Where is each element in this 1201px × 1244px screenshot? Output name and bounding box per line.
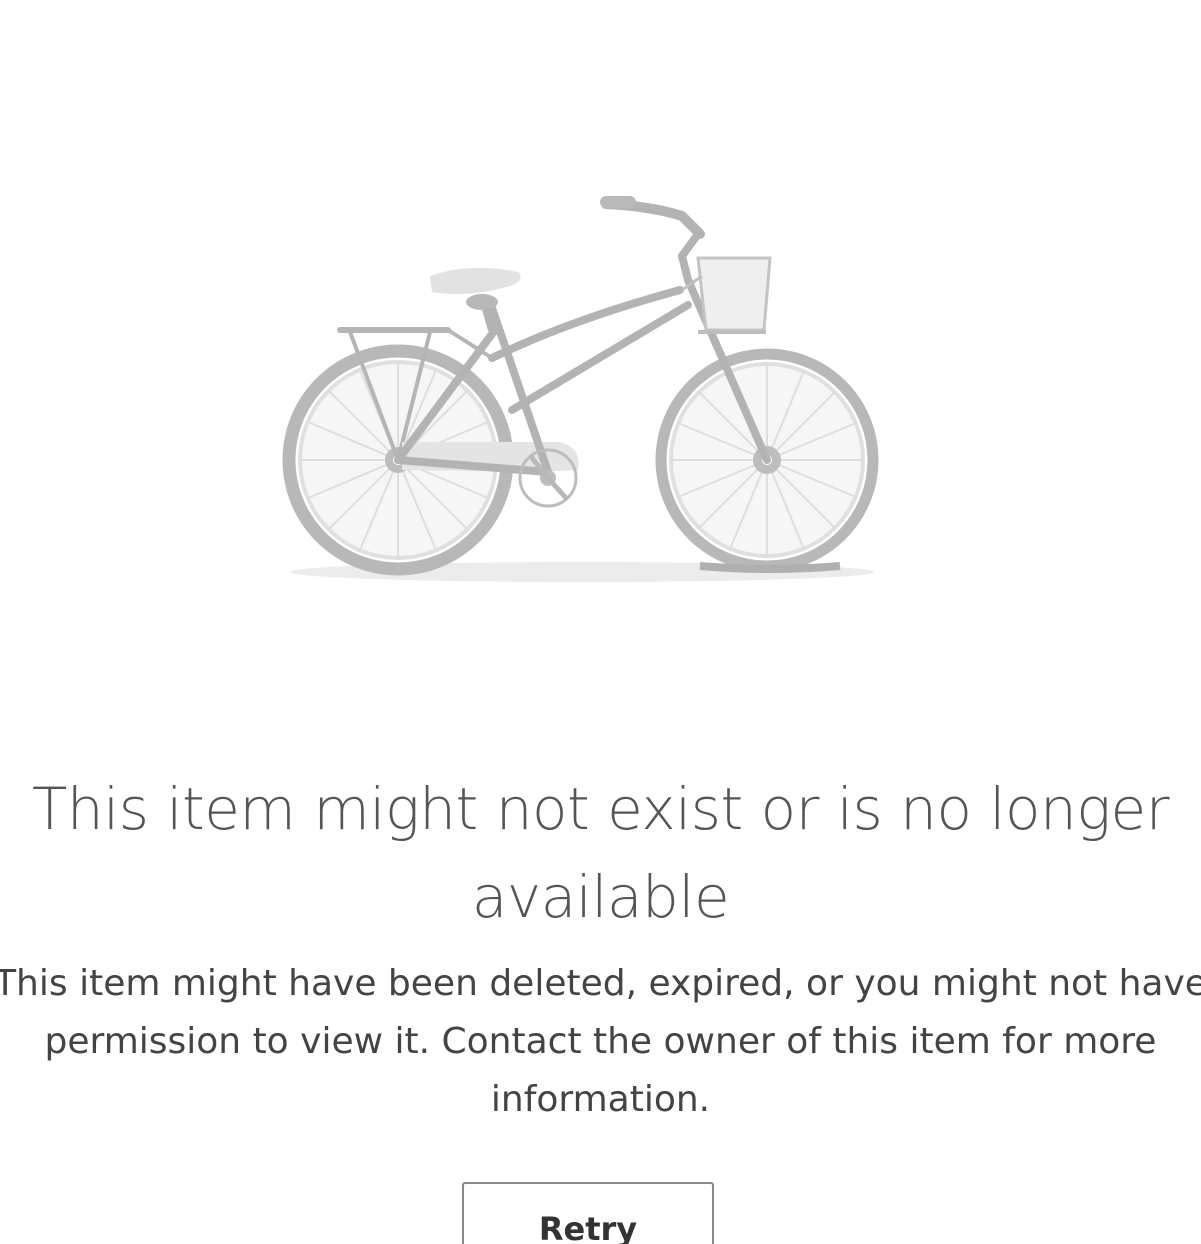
error-description: This item might have been deleted, expir… [0,963,1201,1120]
seat [430,267,521,332]
error-title: This item might not exist or is no longe… [31,775,1170,931]
bicycle-illustration [282,196,879,582]
retry-button[interactable]: Retry [462,1182,714,1244]
error-page: This item might not exist or is no longe… [0,0,1201,1244]
handlebar [601,199,705,239]
